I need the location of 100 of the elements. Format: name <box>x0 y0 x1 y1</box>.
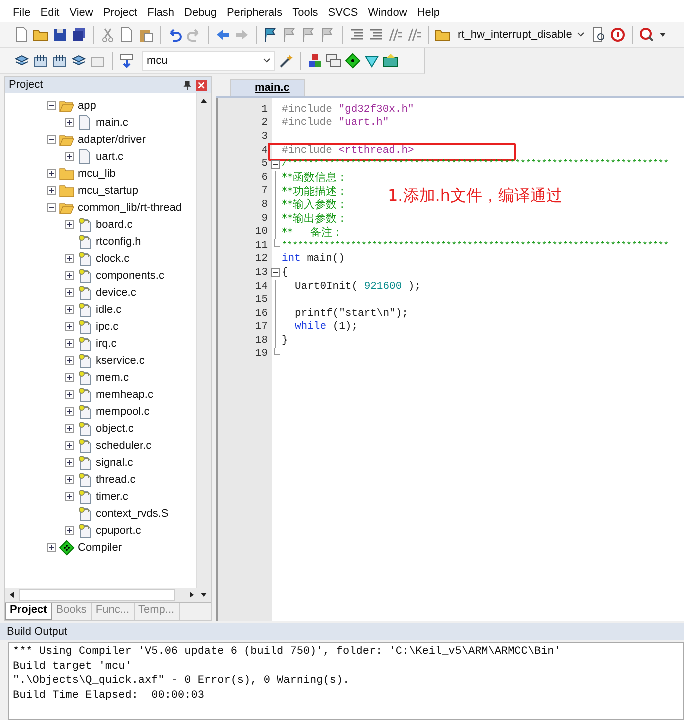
expand-toggle[interactable] <box>65 305 74 314</box>
menu-item[interactable]: Debug <box>180 7 222 22</box>
tree-item[interactable]: context_rvds.S <box>96 508 169 520</box>
cut-icon[interactable] <box>100 26 116 42</box>
expand-toggle[interactable] <box>47 203 56 212</box>
expand-toggle[interactable] <box>65 526 74 535</box>
expand-toggle[interactable] <box>65 254 74 263</box>
tree-item[interactable]: kservice.c <box>96 354 145 366</box>
unindent-icon[interactable] <box>368 26 384 42</box>
menu-item[interactable]: View <box>64 7 98 22</box>
tree-item[interactable]: board.c <box>96 218 133 230</box>
target-dropdown[interactable]: mcu <box>142 50 275 70</box>
next-bookmark-icon[interactable] <box>301 26 317 42</box>
code-token: **输入参数 : <box>282 197 344 212</box>
manage-components-icon[interactable] <box>326 52 342 68</box>
pack-icon[interactable] <box>383 52 399 68</box>
tree-item[interactable]: components.c <box>96 270 164 282</box>
document-search-icon[interactable] <box>591 26 608 42</box>
tree-item[interactable]: object.c <box>96 422 134 434</box>
diamond-icon[interactable] <box>345 52 361 68</box>
menu-item[interactable]: Flash <box>142 7 180 22</box>
new-file-icon[interactable] <box>14 26 30 42</box>
options-icon[interactable] <box>307 52 323 68</box>
tree-item[interactable]: thread.c <box>96 474 136 486</box>
expand-toggle[interactable] <box>65 458 74 467</box>
menu-item[interactable]: Edit <box>36 7 65 22</box>
tree-item[interactable]: Compiler <box>78 542 122 554</box>
tree-item[interactable]: adapter/driver <box>78 134 146 146</box>
magic-wand-icon[interactable] <box>278 52 294 68</box>
expand-toggle[interactable] <box>65 441 74 450</box>
pin-icon[interactable] <box>183 80 192 90</box>
rebuild-icon[interactable] <box>52 52 68 68</box>
tree-item[interactable]: common_lib/rt-thread <box>78 202 182 214</box>
tree-item[interactable]: device.c <box>96 286 136 298</box>
tree-item[interactable]: scheduler.c <box>96 440 152 452</box>
editor-tab[interactable]: main.c <box>230 79 305 96</box>
indent-icon[interactable] <box>349 26 365 42</box>
expand-toggle[interactable] <box>65 492 74 501</box>
fold-toggle[interactable] <box>270 268 280 278</box>
fold-toggle[interactable] <box>270 160 280 169</box>
menu-item[interactable]: Peripherals <box>222 7 288 22</box>
menu-item[interactable]: SVCS <box>323 7 364 22</box>
expand-toggle[interactable] <box>65 390 74 399</box>
copy-icon[interactable] <box>119 26 135 42</box>
expand-toggle[interactable] <box>47 135 56 144</box>
expand-toggle[interactable] <box>47 169 56 178</box>
save-icon[interactable] <box>52 26 68 42</box>
menu-item[interactable]: File <box>8 7 36 22</box>
horizontal-scrollbar[interactable] <box>5 588 211 602</box>
expand-toggle[interactable] <box>65 288 74 297</box>
tree-item[interactable]: signal.c <box>96 456 134 468</box>
expand-toggle[interactable] <box>65 152 74 161</box>
menu-item[interactable]: Help <box>412 7 445 22</box>
build-icon[interactable] <box>33 52 49 68</box>
expand-toggle[interactable] <box>65 322 74 331</box>
expand-toggle[interactable] <box>65 339 74 348</box>
tree-item[interactable]: timer.c <box>96 490 128 502</box>
tree-item[interactable]: mcu_startup <box>78 184 139 196</box>
expand-toggle[interactable] <box>65 373 74 382</box>
expand-toggle[interactable] <box>47 186 56 195</box>
search-icon[interactable] <box>639 26 656 42</box>
tree-item[interactable]: memheap.c <box>96 388 154 400</box>
close-icon[interactable] <box>196 80 207 90</box>
tree-item[interactable]: idle.c <box>96 304 122 316</box>
tree-item[interactable]: ipc.c <box>96 320 119 332</box>
panel-tab[interactable]: Project <box>5 603 52 620</box>
caret-icon <box>262 56 272 66</box>
expand-toggle[interactable] <box>65 424 74 433</box>
comment-icon[interactable] <box>387 26 403 42</box>
vertical-scrollbar[interactable] <box>196 93 211 588</box>
load-icon[interactable] <box>119 52 135 68</box>
tree-item[interactable]: app <box>78 100 96 112</box>
uncomment-icon[interactable] <box>406 26 422 42</box>
expand-toggle[interactable] <box>65 356 74 365</box>
bookmark-flag-icon[interactable] <box>263 26 279 42</box>
expand-toggle[interactable] <box>47 101 56 110</box>
tree-item[interactable]: mcu_lib <box>78 168 116 180</box>
tree-item[interactable]: main.c <box>96 116 128 128</box>
tree-item[interactable]: irq.c <box>96 338 117 350</box>
save-all-icon[interactable] <box>71 26 87 42</box>
tree-item[interactable]: uart.c <box>96 150 124 162</box>
expand-toggle[interactable] <box>65 271 74 280</box>
expand-toggle[interactable] <box>65 220 74 229</box>
tree-item[interactable]: mem.c <box>96 372 129 384</box>
line-number: 18 <box>254 334 268 347</box>
expand-toggle[interactable] <box>65 407 74 416</box>
menu-item[interactable]: Window <box>363 7 412 22</box>
code-token: /************************************************************************ <box>282 159 669 170</box>
tree-item[interactable]: rtconfig.h <box>96 236 142 248</box>
clear-bookmarks-icon[interactable] <box>320 26 336 42</box>
tree-item[interactable]: mempool.c <box>96 406 150 418</box>
menu-item[interactable]: Project <box>98 7 143 22</box>
menu-item[interactable]: Tools <box>288 7 324 22</box>
tree-item[interactable]: clock.c <box>96 252 130 264</box>
function-dropdown[interactable]: rt_hw_interrupt_disable <box>454 28 588 40</box>
expand-toggle[interactable] <box>65 475 74 484</box>
tree-item[interactable]: cpuport.c <box>96 524 142 536</box>
expand-toggle[interactable] <box>47 543 56 552</box>
expand-toggle[interactable] <box>65 118 74 127</box>
code-token: printf("start\n"); <box>295 308 408 320</box>
